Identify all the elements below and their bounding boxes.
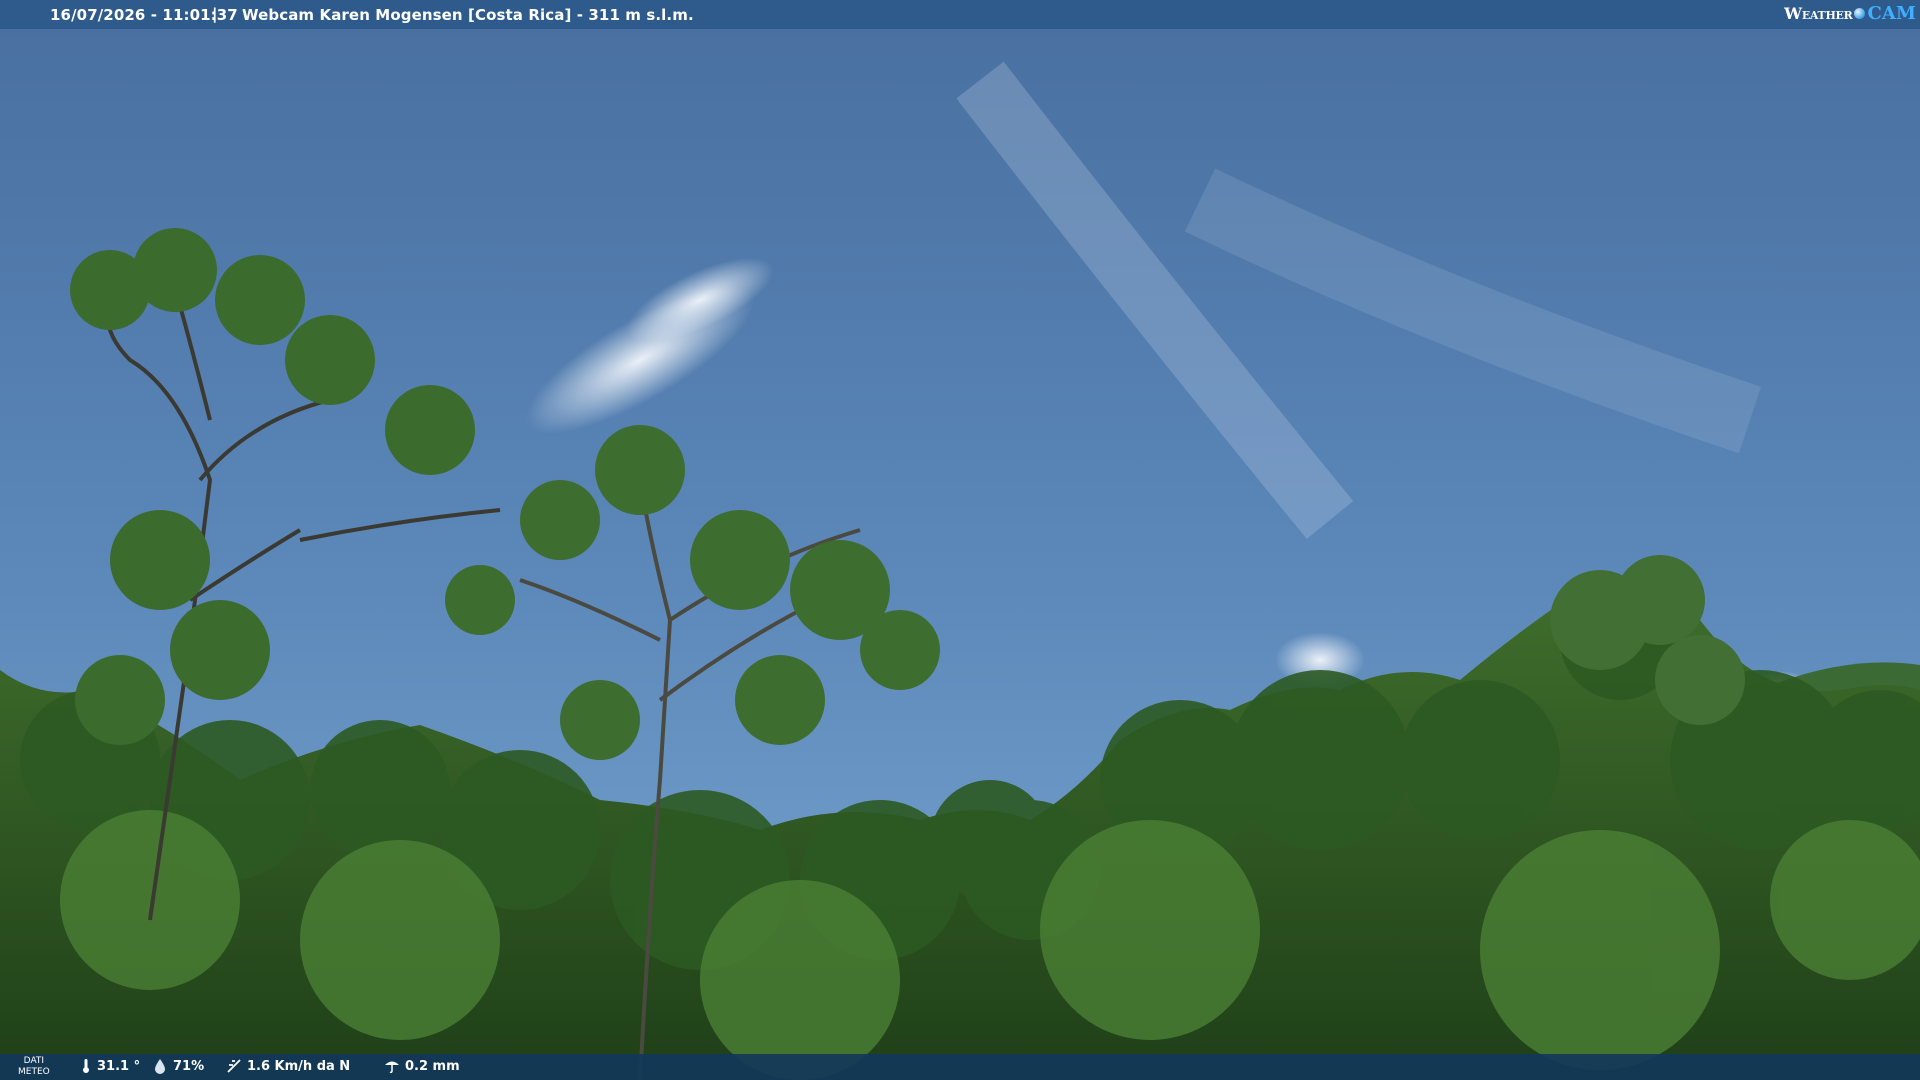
rain-value: 0.2 mm — [405, 1058, 460, 1074]
datetime-label: 16/07/2026 - 11:01:37 — [50, 6, 238, 24]
webcam-image — [0, 0, 1920, 1080]
wind-value: 1.6 Km/h da N — [247, 1058, 351, 1074]
temperature-readout: 31.1 ° — [80, 1058, 140, 1074]
humidity-value: 71% — [173, 1058, 205, 1074]
rain-icon — [385, 1061, 399, 1074]
wind-icon — [227, 1059, 241, 1073]
humidity-icon — [155, 1059, 165, 1074]
weather-data-bar: DATI METEO 31.1 ° 71% 1.6 Km/h da N 0.2 … — [0, 1054, 1920, 1080]
temperature-value: 31.1 ° — [97, 1058, 141, 1074]
thermometer-icon — [83, 1059, 89, 1073]
webcam-title: Webcam Karen Mogensen [Costa Rica] - 311… — [242, 6, 694, 24]
globe-icon — [1854, 8, 1866, 19]
separator: | — [212, 5, 218, 23]
logo-weather-text: Weather — [1784, 4, 1853, 23]
logo-cam-text: CAM — [1867, 3, 1916, 24]
humidity-readout: 71% — [152, 1058, 204, 1074]
wind-readout: 1.6 Km/h da N — [226, 1058, 350, 1074]
weathercam-logo[interactable]: Weather CAM — [1784, 3, 1916, 24]
rain-readout: 0.2 mm — [384, 1058, 460, 1074]
header-bar: 16/07/2026 - 11:01:37 | Webcam Karen Mog… — [0, 0, 1920, 29]
weather-data-label: DATI METEO — [18, 1056, 50, 1077]
